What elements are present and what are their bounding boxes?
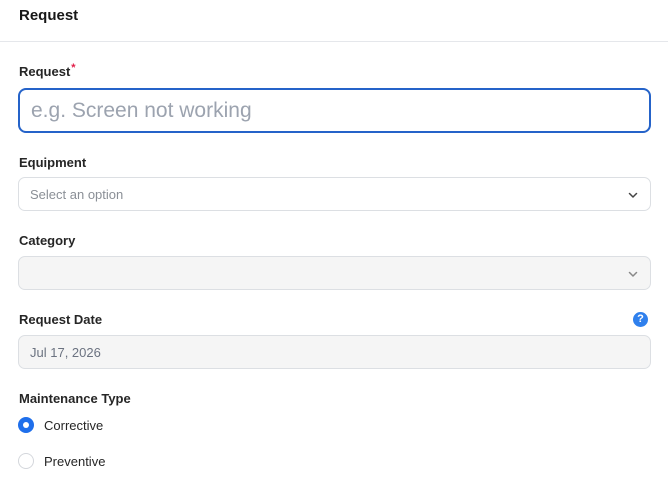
equipment-label: Equipment xyxy=(19,155,87,170)
chevron-down-icon xyxy=(628,192,638,198)
equipment-select[interactable]: Select an option xyxy=(18,177,651,211)
request-input[interactable] xyxy=(18,88,651,133)
page-title: Request xyxy=(19,7,79,24)
equipment-select-placeholder: Select an option xyxy=(30,186,124,202)
radio-selected-icon[interactable] xyxy=(18,417,34,433)
radio-option-corrective[interactable]: Corrective xyxy=(18,416,103,434)
chevron-down-icon xyxy=(628,271,638,277)
radio-label-preventive: Preventive xyxy=(44,453,106,469)
radio-option-preventive[interactable]: Preventive xyxy=(18,452,105,470)
request-label-text: Request xyxy=(19,64,71,79)
radio-unselected-icon[interactable] xyxy=(18,453,34,469)
required-mark: * xyxy=(71,62,76,74)
header: Request xyxy=(0,0,668,42)
request-date-field[interactable]: Jul 17, 2026 xyxy=(18,335,651,369)
category-select[interactable] xyxy=(18,256,651,290)
maintenance-type-label: Maintenance Type xyxy=(19,391,131,406)
help-icon[interactable]: ? xyxy=(633,312,648,327)
category-label: Category xyxy=(19,233,76,248)
request-label: Request* xyxy=(19,62,76,79)
request-date-label: Request Date xyxy=(19,312,103,327)
request-date-value: Jul 17, 2026 xyxy=(30,344,101,360)
radio-label-corrective: Corrective xyxy=(44,417,104,433)
